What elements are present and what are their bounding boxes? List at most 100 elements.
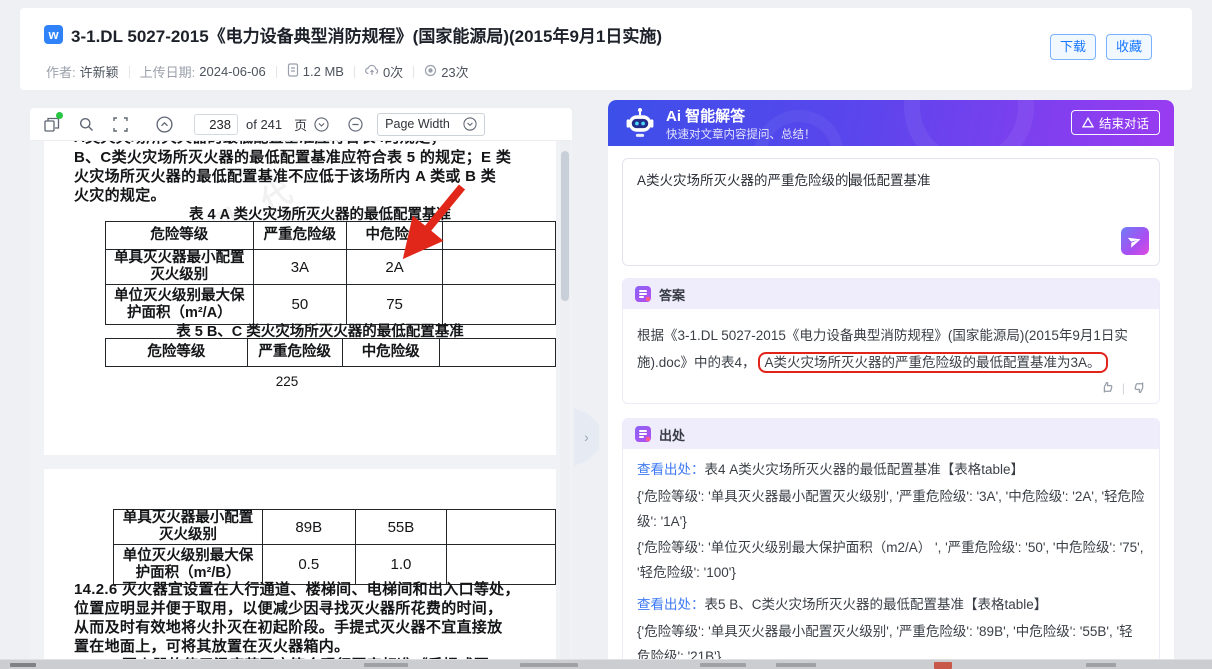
upload-label: 上传日期:: [140, 62, 196, 81]
prev-page-icon[interactable]: [154, 114, 174, 134]
view-count: 23次: [441, 62, 468, 81]
doc-page-225: 金现代 A类火灾场所灭火器的最低配置基准应符合表4的规定； B、C类火灾场所灭火…: [44, 141, 556, 455]
table-cell: [447, 545, 556, 585]
answer-header: 答案: [623, 279, 1159, 309]
word-file-icon: w: [44, 25, 63, 44]
sources-doc-icon: [635, 426, 651, 442]
meta-divider: [413, 66, 414, 78]
chevron-down-icon: [463, 117, 477, 131]
source-title: 表5 B、C类火灾场所灭火器的最低配置基准【表格table】: [705, 597, 1048, 612]
source-item: 查看出处：表4 A类火灾场所灭火器的最低配置基准【表格table】 {'危险等级…: [637, 457, 1145, 585]
document-header: w 3-1.DL 5027-2015《电力设备典型消防规程》(国家能源局)(20…: [20, 8, 1192, 90]
answer-text: 根据《3-1.DL 5027-2015《电力设备典型消防规程》(国家能源局)(2…: [623, 309, 1159, 378]
table-cell: 严重危险级: [253, 222, 346, 250]
author-label: 作者:: [46, 62, 76, 81]
end-chat-button[interactable]: 结束对话: [1071, 110, 1160, 135]
thumbnail-panel-icon[interactable]: [42, 114, 62, 134]
source-title: 表4 A类火灾场所灭火器的最低配置基准【表格table】: [705, 462, 1025, 477]
next-page-icon[interactable]: [311, 114, 331, 134]
answer-label: 答案: [659, 285, 685, 304]
zoom-mode-value: Page Width: [385, 117, 450, 131]
answer-doc-icon: [635, 286, 651, 302]
table-cell: 单具灭火器最小配置灭火级别: [106, 250, 254, 285]
table-cell: 危险等级: [106, 222, 254, 250]
table-cell: 75: [347, 285, 443, 325]
favorite-button[interactable]: 收藏: [1106, 34, 1152, 60]
table-cell: 单位灭火级别最大保护面积（m²/B）: [114, 545, 263, 585]
answer-feedback: |: [623, 378, 1159, 403]
table-cell: [442, 222, 555, 250]
doc-page-number: 225: [44, 374, 556, 389]
search-icon[interactable]: [76, 114, 96, 134]
download-button[interactable]: 下载: [1050, 34, 1096, 60]
table-cell: 50: [253, 285, 346, 325]
table-cell: [442, 285, 555, 325]
sources-section: 出处 查看出处：表4 A类火灾场所灭火器的最低配置基准【表格table】 {'危…: [622, 418, 1160, 669]
document-viewer: of 241 页 Page Width 金现代 A类火灾场所灭火器的最低配置基准…: [30, 108, 572, 666]
meta-divider: [354, 66, 355, 78]
document-canvas: 金现代 A类火灾场所灭火器的最低配置基准应符合表4的规定； B、C类火灾场所灭火…: [30, 141, 572, 666]
notification-dot: [56, 112, 63, 119]
file-icon: [287, 63, 299, 80]
sources-body: 查看出处：表4 A类火灾场所灭火器的最低配置基准【表格table】 {'危险等级…: [623, 449, 1159, 669]
question-text: A类火灾场所灭火器的严重危险级的最低配置基准: [623, 159, 1159, 203]
page-unit-label: 页: [294, 115, 307, 134]
table-cell: 2A: [347, 250, 443, 285]
doc-paragraph: 14.2.6 灭火器宜设置在人行通道、楼梯间、电梯间和出入口等处， 位置应明显并…: [74, 580, 520, 666]
download-count: 0次: [383, 62, 403, 81]
table-cell: [439, 339, 555, 367]
table-cell: 中危险级: [342, 339, 439, 367]
end-chat-label: 结束对话: [1099, 113, 1149, 132]
doc-line: 14.2.6 灭火器宜设置在人行通道、楼梯间、电梯间和出入口等处，: [74, 580, 520, 599]
meta-divider: [129, 66, 130, 78]
status-bar-fragment: [10, 663, 36, 667]
viewer-scrollbar-track[interactable]: [560, 141, 570, 666]
fullscreen-icon[interactable]: [110, 114, 130, 134]
views-icon: [424, 64, 437, 80]
table-cell: 单位灭火级别最大保护面积（m²/A）: [106, 285, 254, 325]
panel-collapse-handle[interactable]: ›: [574, 408, 599, 466]
answer-highlight: A类火灾场所灭火器的严重危险级的最低配置基准为3A。: [758, 352, 1108, 373]
question-input[interactable]: A类火灾场所灭火器的严重危险级的最低配置基准: [622, 158, 1160, 266]
status-bar-fragment: [520, 663, 578, 667]
status-bar-fragment: [1086, 663, 1116, 667]
file-size: 1.2 MB: [303, 64, 344, 79]
source-item: 查看出处：表5 B、C类火灾场所灭火器的最低配置基准【表格table】 {'危险…: [637, 592, 1145, 669]
ai-panel-title: Ai 智能解答: [666, 105, 745, 126]
zoom-out-icon[interactable]: [345, 114, 365, 134]
send-button[interactable]: [1121, 227, 1149, 255]
thumbs-down-icon[interactable]: [1132, 380, 1147, 395]
table-cell: 0.5: [262, 545, 355, 585]
zoom-mode-select[interactable]: Page Width: [377, 113, 485, 136]
source-data-line: {'危险等级': '单具灭火器最小配置灭火级别', '严重危险级': '3A',…: [637, 484, 1145, 534]
viewer-toolbar: of 241 页 Page Width: [30, 108, 572, 141]
source-data-line: {'危险等级': '单位灭火级别最大保护面积（m2/A） ', '严重危险级':…: [637, 535, 1145, 585]
table-cell: 危险等级: [106, 339, 248, 367]
doc-clipped-line: A类火灾场所灭火器的最低配置基准应符合表4的规定；: [74, 141, 446, 147]
ai-panel-subtitle: 快速对文章内容提问、总结！: [666, 126, 816, 142]
alert-triangle-icon: [1082, 117, 1094, 128]
table-cell: [447, 510, 556, 545]
status-bar-fragment: [700, 663, 746, 667]
viewer-scrollbar-thumb[interactable]: [561, 151, 569, 301]
page-title: 3-1.DL 5027-2015《电力设备典型消防规程》(国家能源局)(2015…: [71, 22, 662, 47]
table-cell: 89B: [262, 510, 355, 545]
upload-date: 2024-06-06: [199, 64, 266, 79]
robot-mascot-icon: [624, 107, 656, 145]
status-bar-red-icon: [934, 662, 952, 669]
app-root: w 3-1.DL 5027-2015《电力设备典型消防规程》(国家能源局)(20…: [0, 0, 1212, 669]
doc-line: 从而及时有效地将火扑灭在初起阶段。手提式灭火器不宜直接放: [74, 618, 520, 637]
view-source-link[interactable]: 查看出处：: [637, 597, 705, 612]
answer-section: 答案 根据《3-1.DL 5027-2015《电力设备典型消防规程》(国家能源局…: [622, 278, 1160, 404]
banner-decoration: [904, 100, 1034, 146]
page-number-input[interactable]: [194, 114, 238, 135]
feedback-divider: |: [1122, 381, 1125, 395]
view-source-link[interactable]: 查看出处：: [637, 462, 705, 477]
table-cell: 3A: [253, 250, 346, 285]
document-meta: 作者: 许新颖 上传日期: 2024-06-06 1.2 MB 0次 23次: [46, 62, 469, 81]
table-cell: 中危险级: [347, 222, 443, 250]
table4: 危险等级 严重危险级 中危险级 单具灭火器最小配置灭火级别 3A 2A 单位灭火…: [105, 221, 556, 325]
sources-label: 出处: [659, 425, 685, 444]
table5-continued: 单具灭火器最小配置灭火级别 89B 55B 单位灭火级别最大保护面积（m²/B）…: [113, 509, 556, 585]
thumbs-up-icon[interactable]: [1100, 380, 1115, 395]
